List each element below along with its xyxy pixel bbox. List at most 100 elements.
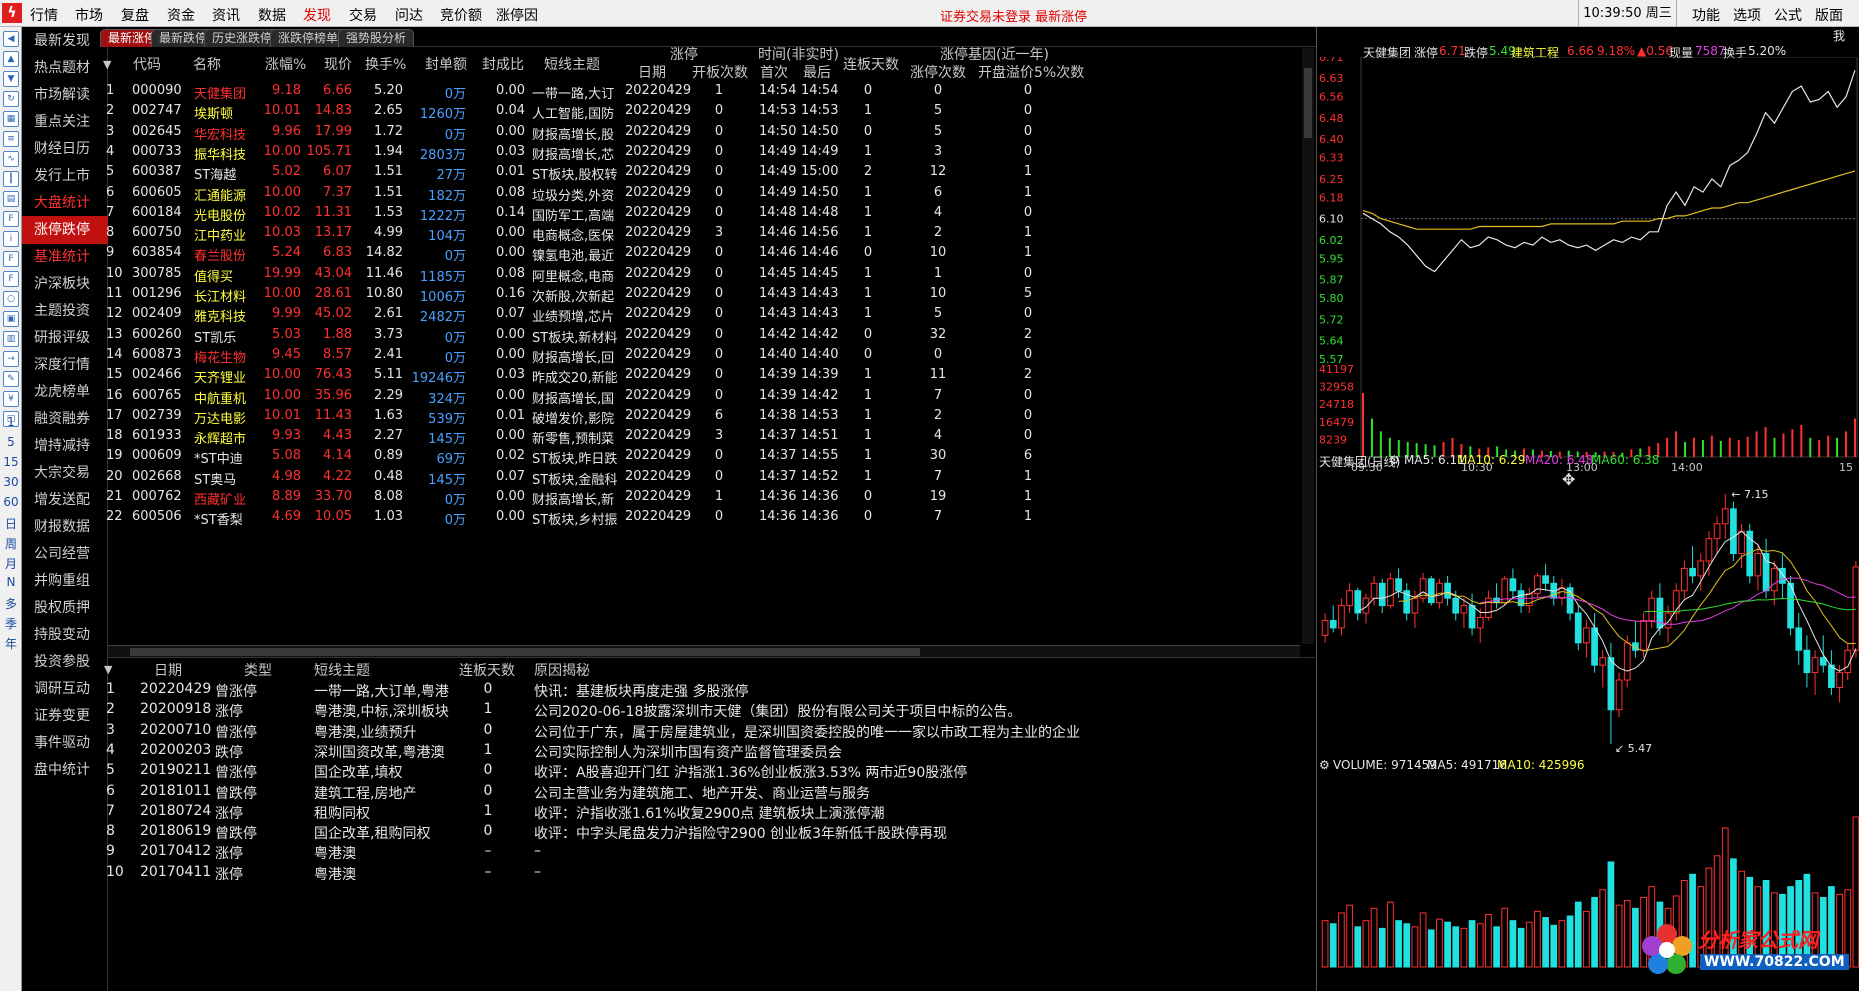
cell-code[interactable]: 000090: [132, 83, 182, 98]
nav-item-19[interactable]: 公司经营: [22, 540, 108, 568]
nav-item-14[interactable]: 融资融券: [22, 405, 108, 433]
cell-code[interactable]: 600387: [132, 164, 182, 179]
col-pct[interactable]: 涨幅%: [265, 54, 306, 74]
nav-item-26[interactable]: 事件驱动: [22, 729, 108, 757]
grid-icon[interactable]: ▦: [3, 111, 19, 127]
period-week[interactable]: 周: [0, 535, 22, 552]
arrow-down-icon[interactable]: ▼: [3, 71, 19, 87]
daily-kline-chart[interactable]: ← 7.15 ↙ 5.47 ✥: [1317, 469, 1859, 759]
line-chart-icon[interactable]: ∿: [3, 151, 19, 167]
period-5min[interactable]: 5: [0, 435, 22, 449]
cell-code[interactable]: 000609: [132, 448, 182, 463]
period-n[interactable]: N: [0, 575, 22, 589]
cell-code[interactable]: 000733: [132, 144, 182, 159]
nav-item-0[interactable]: 最新发现: [22, 27, 108, 55]
history-sort-arrow-icon[interactable]: ▼: [104, 663, 112, 676]
period-15min[interactable]: 15: [0, 455, 22, 469]
cell-code[interactable]: 000762: [132, 489, 182, 504]
volume-settings-icon[interactable]: ⚙: [1319, 758, 1330, 772]
cell-code[interactable]: 300785: [132, 266, 182, 281]
nav-item-7[interactable]: 涨停跌停: [22, 216, 108, 244]
menu-item-review[interactable]: 复盘: [121, 5, 149, 25]
f10b-icon[interactable]: F: [3, 271, 19, 287]
arrow-up-icon[interactable]: ▲: [3, 51, 19, 67]
tab-strong-stocks[interactable]: 强势股分析: [338, 29, 415, 47]
menu-item-news[interactable]: 资讯: [212, 5, 240, 25]
menu-item-auction[interactable]: 竞价额: [440, 5, 482, 25]
nav-item-15[interactable]: 增持减持: [22, 432, 108, 460]
news-icon[interactable]: ▥: [3, 331, 19, 347]
period-60min[interactable]: 60: [0, 495, 22, 509]
col-seal-ratio[interactable]: 封成比: [482, 54, 524, 74]
period-30min[interactable]: 30: [0, 475, 22, 489]
hist-col-streak[interactable]: 连板天数: [459, 660, 515, 680]
nav-item-24[interactable]: 调研互动: [22, 675, 108, 703]
info-icon[interactable]: i: [3, 231, 19, 247]
col-price[interactable]: 现价: [324, 54, 352, 74]
pencil-icon[interactable]: ✎: [3, 371, 19, 387]
nav-item-18[interactable]: 财报数据: [22, 513, 108, 541]
menu-item-trade[interactable]: 交易: [349, 5, 377, 25]
nav-item-3[interactable]: 重点关注: [22, 108, 108, 136]
cell-code[interactable]: 600506: [132, 509, 182, 524]
period-day[interactable]: 日: [0, 515, 22, 532]
nav-item-21[interactable]: 股权质押: [22, 594, 108, 622]
table-row[interactable]: 22 600506 *ST香梨 4.69 10.05 1.03 0万 0.00 ST板块,乡村振…: [106, 505, 1315, 528]
nav-item-22[interactable]: 持股变动: [22, 621, 108, 649]
col-name[interactable]: 名称: [193, 54, 221, 74]
col-theme[interactable]: 短线主题: [544, 54, 600, 74]
f9-icon[interactable]: F: [3, 251, 19, 267]
cell-code[interactable]: 600750: [132, 225, 182, 240]
nav-item-10[interactable]: 主题投资: [22, 297, 108, 325]
menu-item-wenda[interactable]: 问达: [395, 5, 423, 25]
nav-item-4[interactable]: 财经日历: [22, 135, 108, 163]
arrow-left-icon[interactable]: ◀: [3, 31, 19, 47]
nav-item-12[interactable]: 深度行情: [22, 351, 108, 379]
horizontal-scroll-thumb[interactable]: [130, 648, 920, 656]
vertical-scrollbar[interactable]: [1302, 48, 1314, 644]
nav-item-27[interactable]: 盘中统计: [22, 756, 108, 784]
cell-code[interactable]: 002466: [132, 367, 182, 382]
hist-col-theme[interactable]: 短线主题: [314, 660, 370, 680]
horizontal-scrollbar[interactable]: [108, 645, 1300, 657]
nav-item-5[interactable]: 发行上市: [22, 162, 108, 190]
cell-code[interactable]: 600605: [132, 185, 182, 200]
period-year[interactable]: 年: [0, 635, 22, 652]
nav-item-17[interactable]: 增发送配: [22, 486, 108, 514]
tab-history[interactable]: 历史涨跌停: [204, 29, 281, 47]
menu-item-funds[interactable]: 资金: [167, 5, 195, 25]
f10-icon[interactable]: F: [3, 211, 19, 227]
login-notice[interactable]: 证券交易未登录 最新涨停: [940, 6, 1087, 25]
nav-item-13[interactable]: 龙虎榜单: [22, 378, 108, 406]
menu-item-options[interactable]: 选项: [1733, 5, 1761, 25]
vertical-scroll-thumb[interactable]: [1304, 68, 1312, 138]
sort-arrow-icon[interactable]: ▼: [103, 58, 111, 71]
cell-code[interactable]: 002739: [132, 408, 182, 423]
candle-icon[interactable]: ┃: [3, 171, 19, 187]
menu-item-functions[interactable]: 功能: [1692, 5, 1720, 25]
period-multi[interactable]: 多: [0, 595, 22, 612]
cell-code[interactable]: 600765: [132, 388, 182, 403]
nav-item-11[interactable]: 研报评级: [22, 324, 108, 352]
cell-code[interactable]: 001296: [132, 286, 182, 301]
menu-item-limit-reason[interactable]: 涨停因: [496, 5, 538, 25]
period-month[interactable]: 月: [0, 555, 22, 572]
nav-item-8[interactable]: 基准统计: [22, 243, 108, 271]
cell-code[interactable]: 600184: [132, 205, 182, 220]
menu-item-data[interactable]: 数据: [258, 5, 286, 25]
col-streak[interactable]: 连板天数: [843, 54, 899, 74]
table-icon[interactable]: ▤: [3, 191, 19, 207]
menu-item-discover[interactable]: 发现: [303, 5, 331, 25]
history-row[interactable]: 10 20170411 涨停 粤港澳 – –: [106, 861, 1315, 885]
cell-code[interactable]: 002409: [132, 306, 182, 321]
search-icon[interactable]: ○: [3, 291, 19, 307]
menu-item-quotes[interactable]: 行情: [30, 5, 58, 25]
nav-item-9[interactable]: 沪深板块: [22, 270, 108, 298]
hist-col-date[interactable]: 日期: [154, 660, 182, 680]
menu-item-layout[interactable]: 版面: [1815, 5, 1843, 25]
export-icon[interactable]: →: [3, 351, 19, 367]
hist-col-type[interactable]: 类型: [244, 660, 272, 680]
col-seal-amount[interactable]: 封单额: [425, 54, 467, 74]
cell-code[interactable]: 600873: [132, 347, 182, 362]
period-quarter[interactable]: 季: [0, 615, 22, 632]
